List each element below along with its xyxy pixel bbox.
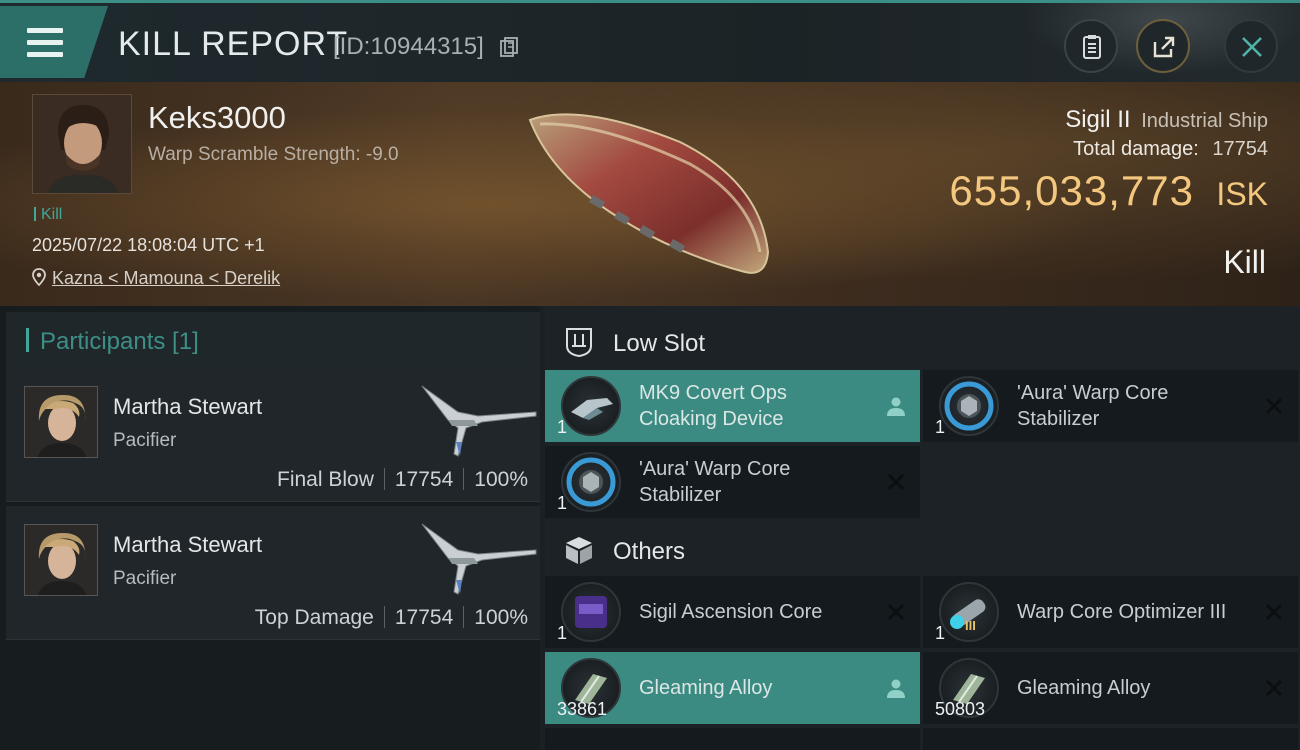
location-link[interactable]: Kazna < Mamouna < Derelik (52, 268, 280, 288)
item-name: Sigil Ascension Core (639, 601, 823, 623)
total-damage-value: 17754 (1212, 138, 1268, 160)
destroyed-icon (887, 473, 905, 491)
participants-label: Participants [1] (40, 328, 199, 355)
others-label: Others (613, 538, 686, 565)
cargo-item[interactable]: 50803 Gleaming Alloy (923, 652, 1298, 724)
kill-result: Kill (1223, 244, 1266, 280)
destroyed-icon (887, 603, 905, 621)
item-name: Warp Core Optimizer III (1017, 601, 1227, 623)
destroyed-icon (1265, 603, 1283, 621)
clipboard-button[interactable] (1064, 19, 1118, 73)
participant-percent: 100% (474, 606, 528, 629)
warp-core-stabilizer-icon (561, 452, 621, 512)
menu-button[interactable] (0, 6, 108, 78)
cargo-item[interactable]: 33861 Gleaming Alloy (545, 652, 920, 724)
close-icon (1242, 37, 1262, 57)
ship-name-line[interactable]: Sigil II Industrial Ship (949, 106, 1268, 134)
ship-class: Industrial Ship (1141, 110, 1268, 132)
hamburger-icon (27, 28, 63, 64)
module-item[interactable]: 1 'Aura' Warp Core Stabilizer (923, 370, 1298, 442)
destroyed-icon (1265, 397, 1283, 415)
participant-role: Top Damage (254, 606, 374, 629)
participant-percent: 100% (474, 468, 528, 491)
clipboard-icon (1083, 35, 1101, 59)
share-button[interactable] (1136, 19, 1190, 73)
participants-header[interactable]: Participants [1] (6, 312, 540, 370)
report-id: [ID:10944315] (333, 33, 484, 60)
top-bar: KILL REPORT [ID:10944315] (0, 0, 1300, 85)
item-name: 'Aura' Warp Core Stabilizer (639, 458, 791, 506)
close-button[interactable] (1224, 19, 1278, 73)
low-slot-header: Low Slot (545, 312, 1300, 370)
total-damage: Total damage: 17754 (949, 138, 1268, 161)
isk-unit: ISK (1216, 176, 1268, 212)
participant-stats: Final Blow 17754 100% (277, 468, 528, 492)
participant-damage: 17754 (394, 468, 454, 491)
ascension-core-icon (561, 582, 621, 642)
participant-name[interactable]: Martha Stewart (113, 394, 262, 420)
warp-core-stabilizer-icon (939, 376, 999, 436)
fitting-panel: Low Slot 1 MK9 Covert Ops Cloaking Devic… (545, 306, 1300, 750)
participant-ship-icon (421, 385, 537, 457)
participant-name[interactable]: Martha Stewart (113, 532, 262, 558)
item-quantity: 33861 (557, 699, 608, 719)
participant-stats: Top Damage 17754 100% (255, 606, 528, 630)
page-title: KILL REPORT (118, 25, 349, 63)
participant-ship: Pacifier (113, 568, 177, 589)
isk-value: 655,033,773 (949, 167, 1194, 214)
cloaking-device-icon (561, 376, 621, 436)
kill-location[interactable]: Kazna < Mamouna < Derelik (32, 268, 280, 289)
warp-scramble-strength: Warp Scramble Strength: -9.0 (148, 144, 399, 165)
item-quantity: 1 (935, 623, 946, 643)
location-pin-icon (32, 268, 46, 286)
ship-info: Sigil II Industrial Ship Total damage: 1… (949, 106, 1268, 215)
cargo-item-partial[interactable] (545, 728, 920, 750)
destroyed-icon (1265, 679, 1283, 697)
item-name: Gleaming Alloy (1017, 677, 1151, 699)
participant-avatar[interactable] (24, 524, 98, 596)
item-quantity: 1 (557, 417, 568, 437)
participant-ship-icon (421, 523, 537, 595)
tier-badge: III (965, 618, 976, 633)
others-header: Others (545, 520, 1300, 578)
item-name: MK9 Covert Ops Cloaking Device (639, 382, 787, 430)
cargo-item-partial[interactable] (923, 728, 1298, 750)
low-slot-icon (566, 328, 592, 358)
cargo-item[interactable]: 1 Sigil Ascension Core (545, 576, 920, 648)
isk-value-line: 655,033,773 ISK (949, 167, 1268, 215)
person-icon (887, 397, 905, 416)
participant-avatar[interactable] (24, 386, 98, 458)
share-icon (1153, 36, 1175, 58)
kill-banner: Keks3000 Warp Scramble Strength: -9.0 Ki… (0, 82, 1300, 306)
participant-ship: Pacifier (113, 430, 177, 451)
victim-ship-image (528, 113, 770, 274)
kill-datetime: 2025/07/22 18:08:04 UTC +1 (32, 235, 265, 255)
participants-panel: Participants [1] Martha Stewart Pacifier… (0, 306, 540, 750)
item-quantity: 1 (935, 417, 946, 437)
ship-name[interactable]: Sigil II (1065, 106, 1130, 133)
victim-portrait[interactable] (32, 94, 132, 194)
person-icon (887, 679, 905, 698)
copy-icon[interactable] (500, 37, 518, 57)
header-accent-bar (26, 328, 29, 352)
participant-card[interactable]: Martha Stewart Pacifier Final Blow 17754 1… (6, 368, 540, 502)
module-item[interactable]: 1 MK9 Covert Ops Cloaking Device (545, 370, 920, 442)
participant-role: Final Blow (277, 468, 374, 491)
low-slot-label: Low Slot (613, 330, 706, 357)
kill-tag: Kill (34, 206, 62, 224)
cargo-item[interactable]: III 1 Warp Core Optimizer III (923, 576, 1298, 648)
total-damage-label: Total damage: (1073, 138, 1199, 160)
item-quantity: 50803 (935, 699, 986, 719)
cargo-box-icon (566, 537, 592, 564)
participant-card[interactable]: Martha Stewart Pacifier Top Damage 17754 1… (6, 506, 540, 640)
item-name: 'Aura' Warp Core Stabilizer (1017, 382, 1169, 430)
warp-core-optimizer-icon (939, 582, 999, 642)
item-name: Gleaming Alloy (639, 677, 773, 699)
item-quantity: 1 (557, 623, 568, 643)
victim-pilot-name[interactable]: Keks3000 (148, 100, 286, 136)
module-item[interactable]: 1 'Aura' Warp Core Stabilizer (545, 446, 920, 518)
participant-damage: 17754 (394, 606, 454, 629)
item-quantity: 1 (557, 493, 568, 513)
